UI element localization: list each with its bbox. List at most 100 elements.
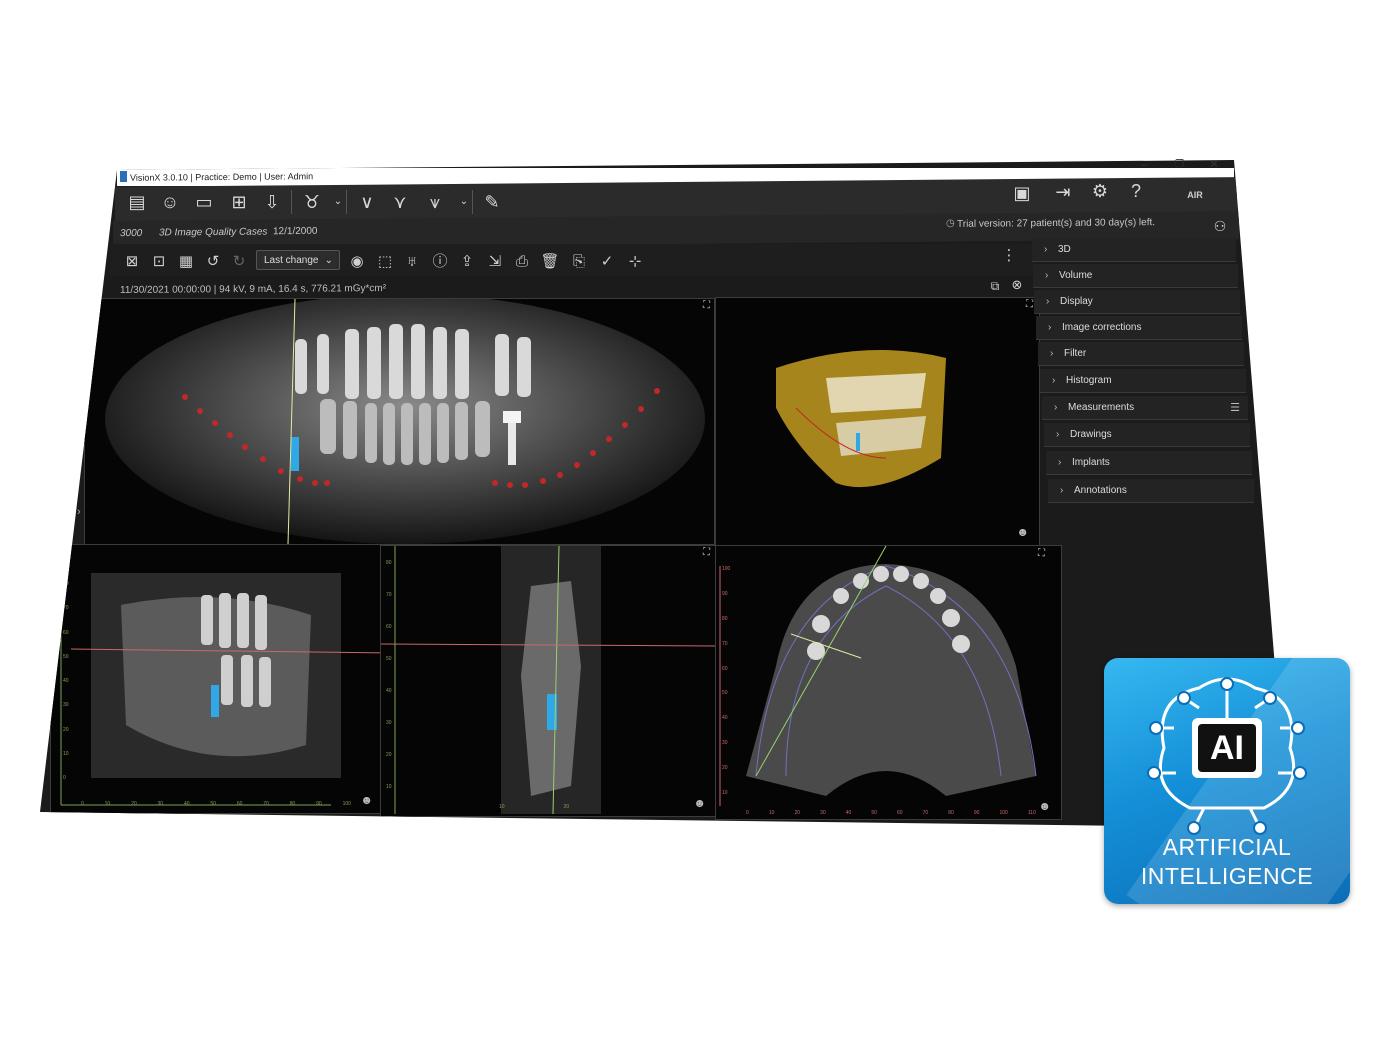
chevron-down-icon: ⌄ — [324, 255, 333, 266]
orientation-head-icon: ☻ — [1038, 799, 1051, 813]
chevron-right-icon: › — [1046, 296, 1050, 307]
measurement-list-icon[interactable]: ☰ — [1230, 396, 1240, 420]
tick-label: 70 — [386, 592, 392, 598]
tick-label: 10 — [499, 804, 505, 810]
export-icon[interactable]: ⇥ — [1051, 180, 1075, 204]
maximize-icon[interactable]: ⛶ — [1038, 548, 1045, 559]
nerve-icon[interactable]: ⩛ — [423, 190, 447, 214]
tick-label: 40 — [63, 678, 69, 684]
undo-icon[interactable]: ↺ — [203, 252, 223, 272]
grid-layout-icon[interactable]: ▦ — [176, 252, 196, 272]
panel-item-measurements[interactable]: › Measurements ☰ — [1042, 396, 1248, 420]
axial-x-scale: 0 10 20 30 40 50 60 70 80 90 100 110 — [746, 810, 1036, 816]
tick-label: 0 — [746, 810, 749, 816]
panel-item-drawings[interactable]: › Drawings — [1044, 423, 1250, 447]
panel-item-3d[interactable]: › 3D — [1032, 238, 1236, 262]
tick-label: 50 — [210, 801, 216, 807]
more-menu-icon[interactable]: ⋮ — [999, 246, 1019, 266]
sagittal-viewport[interactable]: 0 10 20 30 40 50 60 70 80 90 100 80 70 60 50 40 30 20 10 0… — [50, 544, 396, 814]
pen-icon[interactable]: ✎ — [480, 190, 504, 214]
help-icon[interactable]: ? — [1124, 179, 1148, 203]
collapse-right-icon[interactable]: › — [1264, 508, 1268, 520]
maximize-icon[interactable]: ⛶ — [1026, 299, 1033, 310]
send-icon[interactable]: ⇲ — [485, 252, 505, 272]
tick-label: 90 — [973, 810, 980, 816]
tick-label: 100 — [722, 566, 731, 572]
arch-icon[interactable]: ∨ — [355, 190, 379, 214]
panel-item-filter[interactable]: › Filter — [1038, 342, 1244, 366]
clear-icon[interactable]: ⊠ — [122, 252, 142, 272]
panoramic-viewport[interactable]: ⛶ — [84, 298, 715, 545]
chevron-right-icon: › — [1060, 485, 1064, 496]
tick-label: 30 — [157, 801, 164, 807]
minimize-button[interactable]: – — [1141, 157, 1148, 171]
panel-item-display[interactable]: › Display — [1034, 290, 1240, 314]
panel-item-label: Annotations — [1074, 485, 1127, 496]
volume-viewport[interactable]: ⛶ ☻ — [715, 297, 1040, 546]
patients-icon[interactable]: ☺ — [158, 190, 182, 214]
axial-y-scale: 100 90 80 70 60 50 40 30 20 10 — [722, 566, 730, 796]
redo-icon[interactable]: ↻ — [229, 252, 249, 272]
panel-item-volume[interactable]: › Volume — [1033, 264, 1238, 288]
selection-icon[interactable]: ⬚ — [375, 252, 395, 272]
arch-curve-icon[interactable]: ⋎ — [388, 190, 412, 214]
panoramic-image — [105, 299, 705, 544]
panel-item-implants[interactable]: › Implants — [1046, 451, 1252, 475]
panel-item-histogram[interactable]: › Histogram — [1040, 369, 1246, 393]
cross-section-viewport[interactable]: 80 70 60 50 40 30 20 10 10 20 ⛶ ☻ — [380, 545, 717, 817]
panel-item-label: Filter — [1064, 348, 1087, 359]
delete-icon[interactable]: 🗑 — [540, 252, 560, 272]
tick-label: 40 — [845, 810, 852, 816]
volume-render-image — [776, 350, 946, 488]
panel-item-image-corrections[interactable]: › Image corrections — [1036, 316, 1242, 340]
axial-viewport[interactable]: 0 10 20 30 40 50 60 70 80 90 100 110 100 90 80 70 60 50 4… — [715, 545, 1062, 820]
toolbar-divider — [291, 190, 292, 214]
maximize-icon[interactable]: ⛶ — [703, 300, 710, 311]
sagittal-x-scale: 0 10 20 30 40 50 60 70 80 90 100 — [81, 801, 351, 807]
history-dropdown[interactable]: Last change ⌄ — [256, 250, 340, 270]
collapse-left-icon[interactable]: › — [77, 506, 81, 518]
tick-label: 50 — [871, 810, 877, 816]
tick-label: 50 — [722, 690, 728, 697]
tick-label: 80 — [289, 801, 296, 807]
tick-label: 20 — [722, 765, 728, 771]
tick-label: 20 — [63, 726, 69, 733]
close-icon[interactable]: ⊗ — [1007, 275, 1027, 295]
import-icon[interactable]: ⇩ — [260, 190, 284, 214]
tick-label: 50 — [386, 656, 392, 662]
panel-item-label: 3D — [1058, 244, 1071, 255]
clipboard-add-icon[interactable]: ⊞ — [227, 190, 251, 214]
panel-item-label: Drawings — [1070, 429, 1112, 440]
tick-label: 10 — [104, 801, 111, 807]
user-add-icon[interactable]: ⚇ — [1208, 214, 1232, 238]
chevron-right-icon: › — [1045, 270, 1049, 281]
check-tooth-icon[interactable]: ✓ — [597, 252, 617, 272]
maximize-icon[interactable]: ⛶ — [703, 547, 710, 558]
settings-icon[interactable]: ⚙ — [1088, 179, 1112, 203]
patient-list-icon[interactable]: ▤ — [125, 190, 149, 214]
share-icon[interactable]: ⇪ — [457, 252, 477, 272]
tick-label: 40 — [183, 801, 190, 807]
print-icon[interactable]: ⎙ — [512, 252, 532, 272]
close-button[interactable]: ✕ — [1209, 157, 1219, 171]
info-icon[interactable]: ⓘ — [430, 252, 450, 272]
chevron-right-icon: › — [1044, 244, 1048, 255]
eye-icon[interactable]: ◉ — [347, 252, 367, 272]
export-view-icon[interactable]: ⧉ — [985, 276, 1005, 296]
panel-item-annotations[interactable]: › Annotations — [1048, 479, 1254, 503]
tick-label: 100 — [342, 801, 351, 807]
image-report-icon[interactable]: ▣ — [1010, 181, 1034, 205]
tick-label: 30 — [63, 702, 69, 709]
restore-button[interactable]: ❐ — [1175, 159, 1184, 170]
acquisition-info: 11/30/2021 00:00:00 | 94 kV, 9 mA, 16.4 … — [120, 283, 387, 296]
tooth-select-icon[interactable]: ♅ — [402, 252, 422, 272]
patient-card-icon[interactable]: ▭ — [192, 190, 216, 214]
crosshair-icon[interactable]: ⊹ — [625, 252, 645, 272]
tooth-icon[interactable]: ♉ — [300, 190, 324, 214]
badge-line-1: ARTIFICIAL — [1162, 834, 1292, 860]
tick-label: 80 — [948, 810, 954, 816]
tick-label: 90 — [316, 801, 322, 807]
layout-icon[interactable]: ⊡ — [149, 252, 169, 272]
tick-label: 100 — [999, 810, 1008, 816]
bookmark-icon[interactable]: ⎘ — [569, 252, 589, 272]
